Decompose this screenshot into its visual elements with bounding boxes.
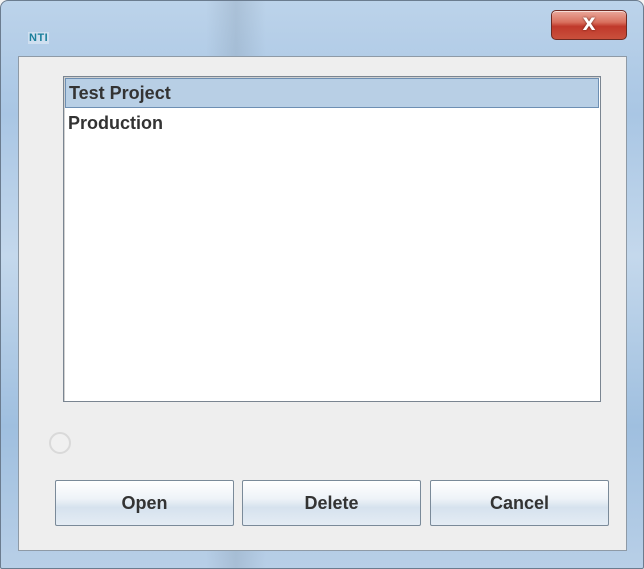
project-list[interactable]: Test Project Production [63,76,601,402]
close-button[interactable]: X [551,10,627,40]
close-icon: X [582,15,596,35]
open-button[interactable]: Open [55,480,234,526]
list-item-test-project[interactable]: Test Project [65,78,599,108]
cancel-button[interactable]: Cancel [430,480,609,526]
delete-button[interactable]: Delete [242,480,421,526]
radio-indicator-icon [49,432,71,454]
nti-logo-icon: NTI [28,32,50,44]
dialog-content-panel: Test Project Production Open Delete Canc… [18,56,627,551]
project-dialog-window: NTI X Test Project Production Open Delet… [0,0,644,569]
title-bar[interactable]: NTI X [1,1,643,56]
list-item-production[interactable]: Production [65,109,599,139]
